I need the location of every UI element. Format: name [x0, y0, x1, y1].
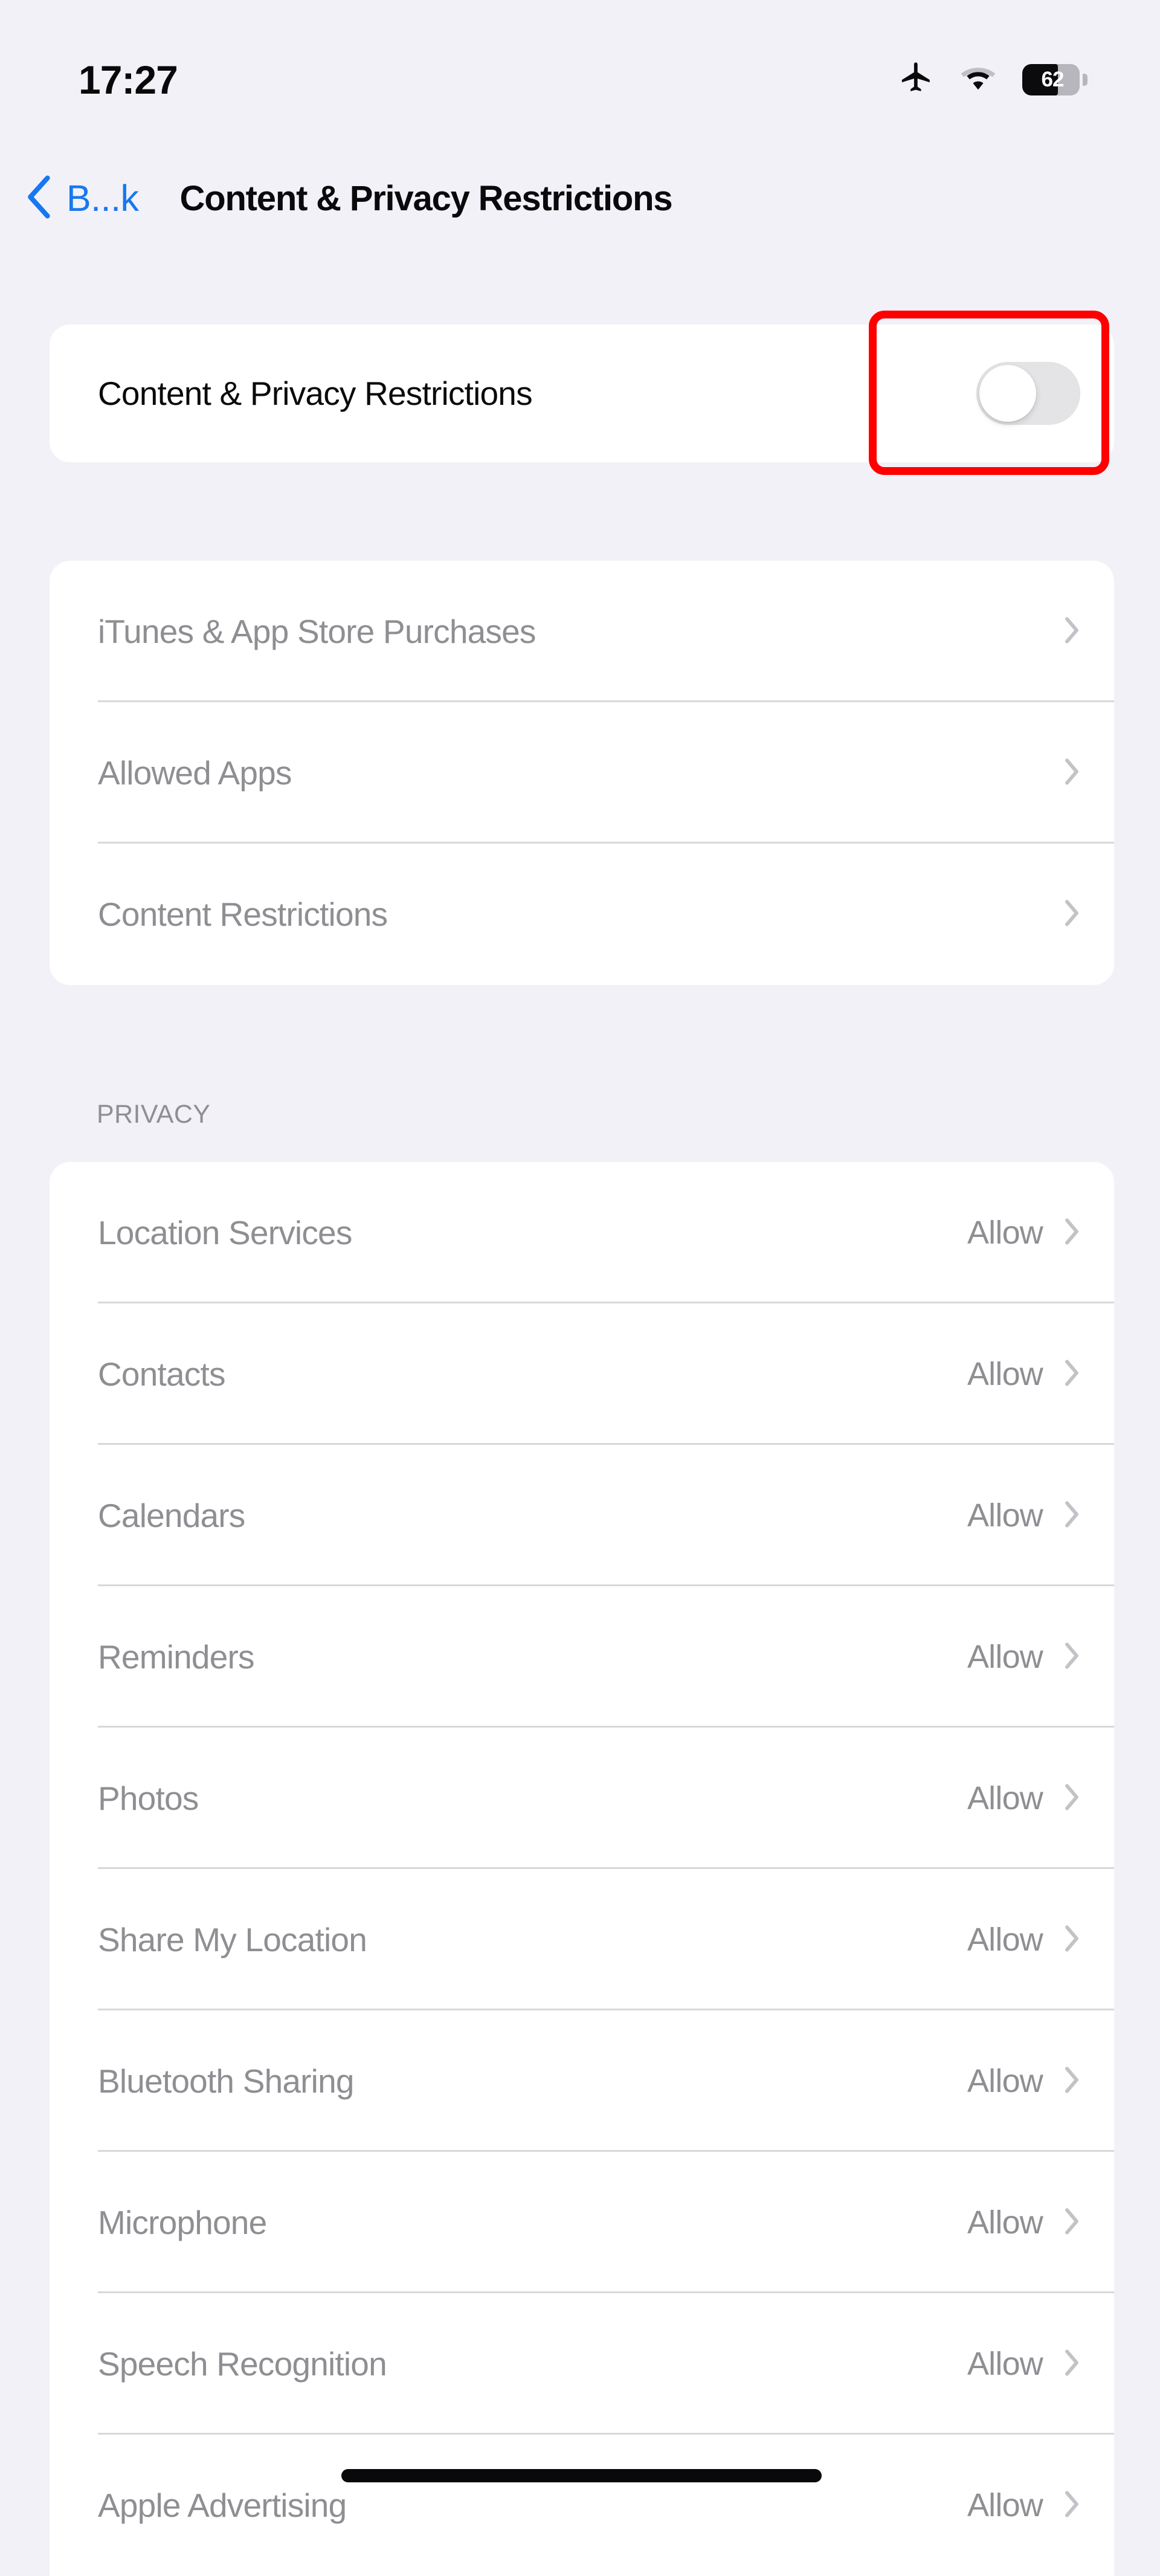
- row-accessory: [1063, 899, 1080, 931]
- chevron-right-icon: [1063, 1641, 1080, 1673]
- airplane-mode-icon: [899, 61, 934, 99]
- chevron-right-icon: [1063, 899, 1080, 931]
- chevron-right-icon: [1063, 2065, 1080, 2097]
- battery-percent-label: 62: [1041, 68, 1065, 91]
- row-content-restrictions[interactable]: Content Restrictions: [50, 844, 1114, 985]
- wifi-icon: [958, 64, 998, 96]
- master-toggle-card: Content & Privacy Restrictions: [50, 324, 1114, 462]
- row-value: Allow: [967, 2063, 1043, 2099]
- row-accessory: Allow: [967, 2062, 1080, 2100]
- row-value: Allow: [967, 2346, 1043, 2382]
- row-accessory: Allow: [967, 2487, 1080, 2524]
- row-contacts[interactable]: Contacts Allow: [50, 1303, 1114, 1445]
- row-label: Share My Location: [98, 1921, 367, 1958]
- battery-cap: [1083, 74, 1088, 86]
- row-value: Allow: [967, 1497, 1043, 1534]
- row-accessory: Allow: [967, 1214, 1080, 1251]
- status-bar-clock: 17:27: [79, 57, 178, 102]
- row-label: Contacts: [98, 1355, 225, 1393]
- row-allowed-apps[interactable]: Allowed Apps: [50, 702, 1114, 844]
- row-label: Allowed Apps: [98, 754, 292, 792]
- row-label: Speech Recognition: [98, 2345, 387, 2383]
- home-indicator[interactable]: [341, 2469, 822, 2482]
- row-photos[interactable]: Photos Allow: [50, 1728, 1114, 1869]
- row-accessory: Allow: [967, 1497, 1080, 1534]
- row-label: Calendars: [98, 1497, 245, 1534]
- row-label: iTunes & App Store Purchases: [98, 613, 536, 650]
- row-label: Bluetooth Sharing: [98, 2062, 354, 2100]
- row-value: Allow: [967, 1356, 1043, 1392]
- row-accessory: Allow: [967, 1355, 1080, 1393]
- privacy-section-header: PRIVACY: [97, 1100, 211, 1129]
- row-location-services[interactable]: Location Services Allow: [50, 1162, 1114, 1303]
- restrictions-group-card: iTunes & App Store Purchases Allowed App…: [50, 561, 1114, 985]
- battery-icon: 62: [1022, 64, 1088, 95]
- battery-body: 62: [1022, 64, 1080, 95]
- row-apple-advertising[interactable]: Apple Advertising Allow: [50, 2435, 1114, 2576]
- row-accessory: [1063, 616, 1080, 648]
- row-label: Apple Advertising: [98, 2487, 347, 2524]
- row-bluetooth-sharing[interactable]: Bluetooth Sharing Allow: [50, 2010, 1114, 2152]
- row-label: Content Restrictions: [98, 896, 388, 933]
- row-share-my-location[interactable]: Share My Location Allow: [50, 1869, 1114, 2010]
- content-privacy-restrictions-toggle[interactable]: [976, 362, 1080, 425]
- chevron-right-icon: [1063, 1783, 1080, 1815]
- row-label: Reminders: [98, 1638, 255, 1676]
- chevron-right-icon: [1063, 1924, 1080, 1956]
- row-value: Allow: [967, 1215, 1043, 1251]
- chevron-right-icon: [1063, 2490, 1080, 2522]
- chevron-right-icon: [1063, 1217, 1080, 1249]
- row-label: Photos: [98, 1780, 199, 1817]
- chevron-right-icon: [1063, 757, 1080, 789]
- privacy-group-card: Location Services Allow Contacts Allow C…: [50, 1162, 1114, 2576]
- toggle-knob: [979, 365, 1036, 422]
- row-content-privacy-restrictions[interactable]: Content & Privacy Restrictions: [50, 324, 1114, 462]
- row-label: Content & Privacy Restrictions: [98, 375, 533, 412]
- row-label: Microphone: [98, 2204, 267, 2241]
- row-accessory: Allow: [967, 1638, 1080, 1676]
- row-accessory: Allow: [967, 2204, 1080, 2241]
- chevron-right-icon: [1063, 2207, 1080, 2239]
- back-button-label: B...k: [66, 177, 139, 219]
- row-accessory: [1063, 757, 1080, 789]
- status-bar: 17:27 62: [0, 0, 1160, 139]
- row-value: Allow: [967, 1922, 1043, 1958]
- row-accessory: Allow: [967, 1921, 1080, 1958]
- row-value: Allow: [967, 2487, 1043, 2523]
- row-microphone[interactable]: Microphone Allow: [50, 2152, 1114, 2293]
- row-reminders[interactable]: Reminders Allow: [50, 1586, 1114, 1728]
- row-value: Allow: [967, 1780, 1043, 1816]
- back-button[interactable]: B...k: [27, 174, 151, 223]
- navigation-bar: B...k Content & Privacy Restrictions: [0, 162, 1160, 234]
- row-value: Allow: [967, 2204, 1043, 2241]
- row-label: Location Services: [98, 1214, 352, 1251]
- row-speech-recognition[interactable]: Speech Recognition Allow: [50, 2293, 1114, 2435]
- chevron-right-icon: [1063, 1500, 1080, 1532]
- page-title: Content & Privacy Restrictions: [179, 178, 673, 218]
- row-value: Allow: [967, 1639, 1043, 1675]
- row-accessory: Allow: [967, 2345, 1080, 2383]
- row-itunes-app-store-purchases[interactable]: iTunes & App Store Purchases: [50, 561, 1114, 702]
- row-accessory: [976, 362, 1080, 425]
- row-accessory: Allow: [967, 1780, 1080, 1817]
- chevron-right-icon: [1063, 2348, 1080, 2380]
- status-bar-icons: 62: [899, 61, 1088, 99]
- chevron-left-icon: [27, 174, 53, 223]
- chevron-right-icon: [1063, 616, 1080, 648]
- chevron-right-icon: [1063, 1358, 1080, 1390]
- row-calendars[interactable]: Calendars Allow: [50, 1445, 1114, 1586]
